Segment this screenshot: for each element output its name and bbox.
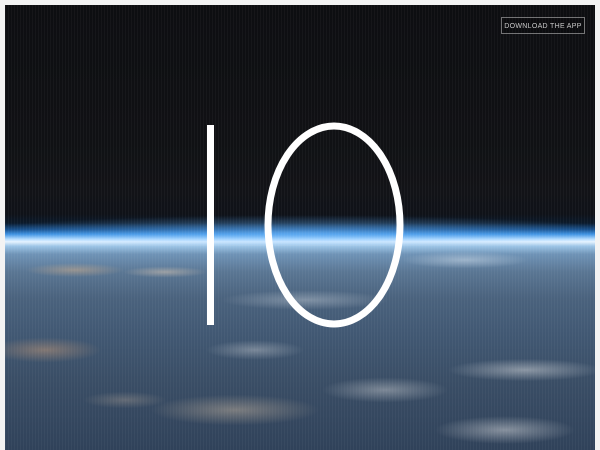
hero-letter-o <box>264 122 404 328</box>
hero-letter-i <box>207 125 214 325</box>
download-app-button[interactable]: DOWNLOAD THE APP <box>501 17 585 34</box>
hero-banner: IO DOWNLOAD THE APP <box>5 5 595 450</box>
hero-title-text: IO <box>5 5 6 6</box>
hero-title-graphic: IO <box>5 5 404 328</box>
